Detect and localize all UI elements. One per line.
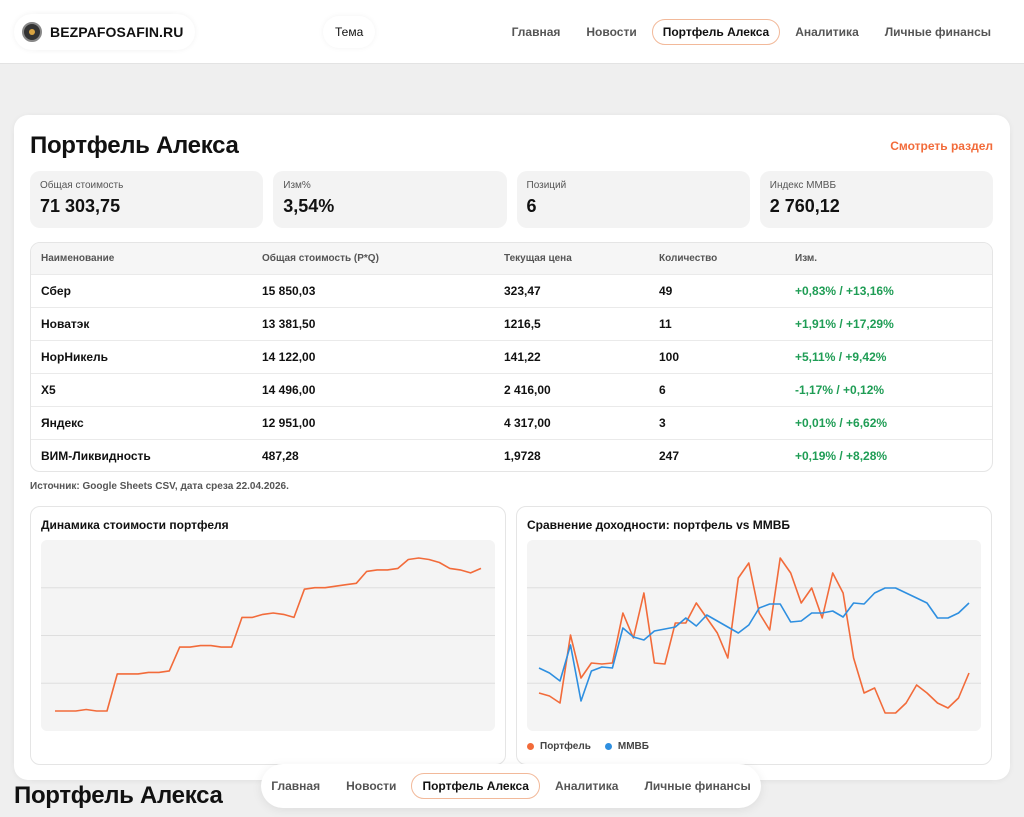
cell-name: НорНикель — [31, 339, 252, 373]
column-header: Общая стоимость (P*Q) — [252, 243, 494, 274]
cell-change: -1,17% / +0,12% — [785, 372, 992, 406]
nav-home[interactable]: Главная — [501, 19, 572, 45]
legend-label: ММВБ — [617, 741, 649, 752]
cell-price: 2 416,00 — [494, 372, 649, 406]
table-row: Яндекс 12 951,00 4 317,00 3 +0,01% / +6,… — [31, 405, 992, 439]
legend-item-portfolio[interactable]: Портфель — [527, 741, 591, 752]
stats-row: Общая стоимость 71 303,75 Изм% 3,54% Поз… — [30, 171, 993, 228]
table-row: X5 14 496,00 2 416,00 6 -1,17% / +0,12% — [31, 372, 992, 406]
floating-nav: Главная Новости Портфель Алекса Аналитик… — [261, 764, 761, 808]
stat-value: 6 — [526, 196, 537, 216]
legend-dot-icon — [527, 743, 534, 750]
table-row: Сбер 15 850,03 323,47 49 +0,83% / +13,16… — [31, 273, 992, 307]
cell-price: 323,47 — [494, 273, 649, 307]
table-row: ВИМ-Ликвидность 487,28 1,9728 247 +0,19%… — [31, 438, 992, 471]
column-header: Изм. — [785, 243, 992, 274]
stat-value: 3,54% — [283, 196, 335, 216]
main-nav: Главная Новости Портфель Алекса Аналитик… — [501, 19, 1002, 45]
nav-personal-finance[interactable]: Личные финансы — [874, 19, 1002, 45]
cell-change: +1,91% / +17,29% — [785, 306, 992, 340]
see-section-link[interactable]: Смотреть раздел — [890, 139, 993, 153]
stat-positions: Позиций 6 — [516, 171, 750, 228]
portfolio-card: Портфель Алекса Смотреть раздел Общая ст… — [14, 115, 1010, 780]
cell-total: 14 496,00 — [252, 372, 494, 406]
table-header-row: Наименование Общая стоимость (P*Q) Текущ… — [31, 243, 992, 274]
stat-label: Индекс ММВБ — [769, 180, 837, 191]
data-source-note: Источник: Google Sheets CSV, дата среза … — [30, 481, 289, 492]
stat-value: 71 303,75 — [40, 196, 121, 216]
nav-portfolio[interactable]: Портфель Алекса — [651, 19, 781, 45]
logo-icon — [22, 22, 42, 42]
stat-value: 2 760,12 — [769, 196, 840, 216]
cell-name: X5 — [31, 372, 252, 406]
cell-total: 13 381,50 — [252, 306, 494, 340]
cell-total: 12 951,00 — [252, 405, 494, 439]
stat-total-value: Общая стоимость 71 303,75 — [30, 171, 264, 228]
column-header: Количество — [649, 243, 785, 274]
table-row: Новатэк 13 381,50 1216,5 11 +1,91% / +17… — [31, 306, 992, 340]
cell-change: +0,83% / +13,16% — [785, 273, 992, 307]
cell-change: +5,11% / +9,42% — [785, 339, 992, 373]
holdings-table: Наименование Общая стоимость (P*Q) Текущ… — [30, 242, 993, 472]
column-header: Наименование — [31, 243, 252, 274]
stat-label: Общая стоимость — [40, 180, 124, 191]
cell-qty: 11 — [649, 306, 785, 340]
chart-title: Сравнение доходности: портфель vs ММВБ — [527, 518, 791, 532]
cell-change: +0,19% / +8,28% — [785, 438, 992, 471]
stat-mmvb-index: Индекс ММВБ 2 760,12 — [759, 171, 993, 228]
cell-qty: 3 — [649, 405, 785, 439]
stat-change-pct: Изм% 3,54% — [273, 171, 507, 228]
portfolio-title: Портфель Алекса — [30, 132, 239, 159]
floating-nav-links: Главная Новости Портфель Алекса Аналитик… — [260, 773, 761, 799]
theme-toggle-button[interactable]: Тема — [323, 16, 376, 48]
brand-name: BEZPAFOSAFIN.RU — [50, 24, 184, 40]
nav-news[interactable]: Новости — [335, 773, 407, 799]
nav-home[interactable]: Главная — [260, 773, 331, 799]
returns-comparison-chart — [527, 540, 981, 731]
legend-item-mmvb[interactable]: ММВБ — [604, 741, 649, 752]
returns-comparison-panel: Сравнение доходности: портфель vs ММВБ П… — [516, 506, 992, 765]
chart-title: Динамика стоимости портфеля — [41, 518, 229, 532]
cell-qty: 49 — [649, 273, 785, 307]
stat-label: Изм% — [283, 180, 311, 191]
column-header: Текущая цена — [494, 243, 649, 274]
cell-name: Новатэк — [31, 306, 252, 340]
cell-qty: 100 — [649, 339, 785, 373]
cell-total: 15 850,03 — [252, 273, 494, 307]
nav-analytics[interactable]: Аналитика — [544, 773, 630, 799]
cell-name: ВИМ-Ликвидность — [31, 438, 252, 471]
cell-name: Яндекс — [31, 405, 252, 439]
value-dynamics-panel: Динамика стоимости портфеля — [30, 506, 506, 765]
cell-qty: 6 — [649, 372, 785, 406]
nav-portfolio[interactable]: Портфель Алекса — [411, 773, 540, 799]
cell-price: 1216,5 — [494, 306, 649, 340]
top-header: BEZPAFOSAFIN.RU Тема Главная Новости Пор… — [0, 0, 1024, 64]
table-row: НорНикель 14 122,00 141,22 100 +5,11% / … — [31, 339, 992, 373]
stat-label: Позиций — [526, 180, 567, 191]
brand-link[interactable]: BEZPAFOSAFIN.RU — [14, 14, 196, 50]
nav-news[interactable]: Новости — [575, 19, 647, 45]
cell-price: 4 317,00 — [494, 405, 649, 439]
cell-price: 1,9728 — [494, 438, 649, 471]
cell-qty: 247 — [649, 438, 785, 471]
cell-change: +0,01% / +6,62% — [785, 405, 992, 439]
cell-total: 487,28 — [252, 438, 494, 471]
legend-dot-icon — [604, 743, 612, 750]
cell-name: Сбер — [31, 273, 252, 307]
nav-analytics[interactable]: Аналитика — [784, 19, 870, 45]
value-dynamics-chart — [41, 540, 495, 731]
nav-personal-finance[interactable]: Личные финансы — [633, 773, 761, 799]
chart-legend: Портфель ММВБ — [527, 741, 649, 752]
legend-label: Портфель — [540, 741, 591, 752]
cell-total: 14 122,00 — [252, 339, 494, 373]
section-heading: Портфель Алекса — [14, 782, 223, 809]
cell-price: 141,22 — [494, 339, 649, 373]
